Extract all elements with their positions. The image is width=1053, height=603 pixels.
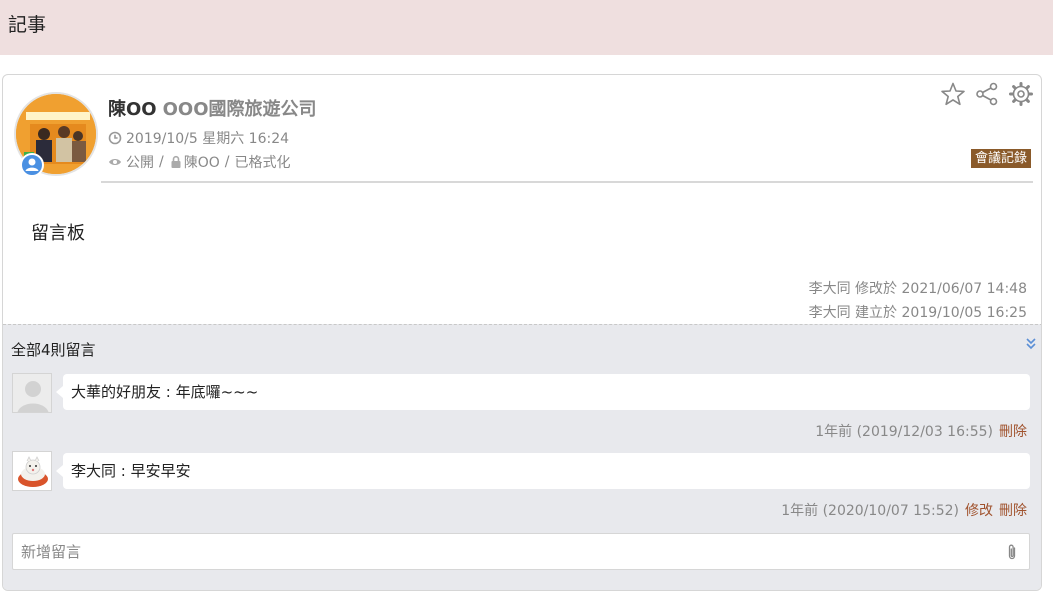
user-badge-icon	[20, 153, 44, 177]
post-toolbar	[940, 81, 1034, 107]
post-date: 2019/10/5 星期六 16:24	[126, 131, 290, 147]
star-icon[interactable]	[940, 81, 966, 107]
share-icon[interactable]	[974, 81, 1000, 107]
comment-time: 1年前 (2019/12/03 16:55)	[815, 424, 993, 440]
comment-avatar[interactable]	[12, 451, 52, 491]
eye-icon	[109, 159, 121, 165]
post-card: 陳OO OOO國際旅遊公司 2019/10/5 星期六 16:24 公開 / 陳O…	[2, 74, 1042, 591]
comment-edit-link[interactable]: 修改	[965, 503, 993, 519]
paperclip-icon[interactable]	[1005, 543, 1019, 561]
edit-history: 李大同 修改於 2021/06/07 14:48 李大同 建立於 2019/10…	[809, 277, 1027, 325]
format-status: 已格式化	[234, 155, 291, 171]
expand-icon[interactable]	[1025, 337, 1037, 351]
category-badge[interactable]: 會議記錄	[970, 149, 1031, 168]
author-name[interactable]: 陳OO	[108, 99, 157, 120]
comment-meta: 1年前 (2019/12/03 16:55) 刪除	[815, 421, 1027, 441]
header-bar: 記事	[0, 0, 1053, 55]
post-date-line: 2019/10/5 星期六 16:24	[108, 128, 289, 148]
comment-delete-link[interactable]: 刪除	[999, 424, 1027, 440]
lock-icon	[171, 155, 181, 168]
company-name[interactable]: OOO國際旅遊公司	[163, 99, 317, 120]
comment-text: 大華的好朋友 : 年底囉~~~	[71, 383, 259, 401]
post-content: 留言板	[31, 223, 85, 244]
comment-bubble: 大華的好朋友 : 年底囉~~~	[56, 374, 1030, 410]
comment-delete-link[interactable]: 刪除	[999, 503, 1027, 519]
new-comment-box	[12, 533, 1030, 570]
header-divider	[101, 181, 1033, 183]
created-info: 李大同 建立於 2019/10/05 16:25	[808, 305, 1027, 321]
comment-bubble: 李大同 : 早安早安	[56, 453, 1030, 489]
new-comment-input[interactable]	[13, 534, 973, 569]
separator: /	[224, 154, 230, 170]
clock-icon	[108, 131, 122, 145]
owner-label: 陳OO	[183, 155, 220, 171]
gear-icon[interactable]	[1008, 81, 1034, 107]
comments-section: 全部4則留言 大華的好朋友 : 年底囉~~~ 1年前 (2019/12/03 1…	[3, 324, 1041, 590]
post-author-line: 陳OO OOO國際旅遊公司	[108, 95, 317, 121]
comment-time: 1年前 (2020/10/07 15:52)	[781, 503, 959, 519]
comment-avatar[interactable]	[12, 373, 52, 413]
separator: /	[159, 154, 164, 170]
post-permission-line: 公開 / 陳OO / 已格式化	[108, 152, 290, 172]
page-title: 記事	[8, 14, 47, 36]
modified-info: 李大同 修改於 2021/06/07 14:48	[808, 281, 1027, 297]
comment-text: 李大同 : 早安早安	[71, 462, 191, 480]
visibility-label: 公開	[126, 155, 154, 171]
comment-meta: 1年前 (2020/10/07 15:52) 修改 刪除	[781, 500, 1027, 520]
comment-count: 全部4則留言	[11, 341, 96, 359]
